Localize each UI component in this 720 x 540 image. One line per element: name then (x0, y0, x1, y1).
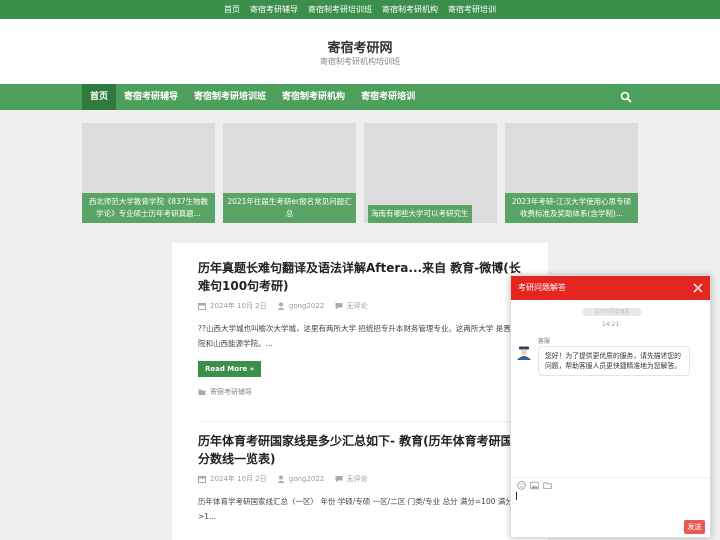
top-link-tutoring[interactable]: 寄宿考研辅导 (250, 4, 298, 15)
message-time: 14:21 (601, 321, 620, 328)
top-link-bar: 首页 寄宿考研辅导 寄宿制考研培训班 寄宿制考研机构 寄宿考研培训 (0, 0, 720, 19)
post-item: 历年体育考研国家线是多少汇总如下- 教育(历年体育考研国家分数线一览表) 202… (198, 432, 528, 524)
top-link-class[interactable]: 寄宿制考研培训班 (308, 4, 372, 15)
post-excerpt: 历年体育学考研国家线汇总（一区） 年份 学硕/专硕 一区/二区 门类/专业 总分… (198, 497, 513, 521)
slide-caption[interactable]: 2023年考研-江汉大学使用心思专硕收费标准及奖助体系(含学制)... (505, 193, 638, 223)
site-title[interactable]: 寄宿考研网 (0, 37, 720, 56)
image-icon[interactable] (530, 481, 539, 490)
calendar-icon (198, 476, 206, 483)
site-header: 寄宿考研网 寄宿制考研机构培训班 (0, 19, 720, 84)
nav-item-home[interactable]: 首页 (82, 84, 117, 110)
chat-input[interactable] (516, 492, 517, 500)
featured-slide[interactable]: 2021年往届生考研er报名常见问题汇总 (223, 123, 356, 223)
site-description: 寄宿制考研机构培训班 (320, 57, 400, 66)
calendar-icon (198, 303, 206, 310)
post-date: 2024年 10月 2日 (210, 302, 267, 310)
chat-widget: 考研问题解答 以下为历史消息 14:21 客服 您好！为了提供更优质的服务，请先… (510, 275, 711, 538)
post-list: 历年真题长难句翻译及语法详解Aftera...来自 教育-微博(长难句100句考… (172, 243, 548, 540)
post-excerpt: ??山西大学城也叫榆次大学城，这里有两所大学 招统招专升本财务管理专业。这两所大… (198, 324, 526, 348)
agent-name: 客服 (538, 338, 551, 345)
post-title[interactable]: 历年真题长难句翻译及语法详解Aftera...来自 教育-微博(长难句100句考… (198, 259, 528, 295)
top-link-training[interactable]: 寄宿考研培训 (448, 4, 496, 15)
slide-caption[interactable]: 2021年往届生考研er报名常见问题汇总 (223, 193, 356, 223)
post-comments[interactable]: 无评论 (347, 474, 368, 484)
slide-caption[interactable]: 西北师范大学教育学院《837生物教学论》专业硕士历年考研真题... (82, 193, 215, 223)
chat-toolbar (517, 481, 552, 490)
featured-slide[interactable]: 2023年考研-江汉大学使用心思专硕收费标准及奖助体系(含学制)... (505, 123, 638, 223)
post-author[interactable]: gong2022 (289, 302, 324, 310)
chat-title: 考研问题解答 (518, 283, 566, 292)
nav-item-tutoring[interactable]: 寄宿考研辅导 (116, 84, 186, 110)
close-icon[interactable] (692, 282, 704, 294)
post-date: 2024年 10月 2日 (210, 475, 267, 483)
nav-item-training[interactable]: 寄宿考研培训 (353, 84, 423, 110)
nav-item-institution[interactable]: 寄宿制考研机构 (274, 84, 353, 110)
post-comments[interactable]: 无评论 (347, 301, 368, 311)
post-item: 历年真题长难句翻译及语法详解Aftera...来自 教育-微博(长难句100句考… (198, 259, 528, 397)
post-meta: 2024年 10月 2日 gong2022 无评论 (198, 474, 528, 484)
chat-input-divider (511, 477, 710, 478)
main-nav: 首页 寄宿考研辅导 寄宿制考研培训班 寄宿制考研机构 寄宿考研培训 (0, 84, 720, 110)
folder-icon[interactable] (543, 481, 552, 490)
post-title[interactable]: 历年体育考研国家线是多少汇总如下- 教育(历年体育考研国家分数线一览表) (198, 432, 528, 468)
post-author[interactable]: gong2022 (289, 475, 324, 483)
history-pill[interactable]: 以下为历史消息 (582, 308, 642, 316)
top-link-home[interactable]: 首页 (224, 4, 240, 15)
post-category: 寄宿考研辅导 (198, 387, 528, 397)
post-meta: 2024年 10月 2日 gong2022 无评论 (198, 301, 528, 311)
user-icon (277, 302, 285, 310)
slide-caption[interactable]: 海南有哪些大学可以考研究生 (368, 205, 472, 223)
top-link-institution[interactable]: 寄宿制考研机构 (382, 4, 438, 15)
search-icon[interactable] (620, 91, 632, 103)
send-button[interactable]: 发送 (684, 520, 705, 534)
category-link[interactable]: 寄宿考研辅导 (210, 387, 252, 397)
comment-icon (335, 303, 343, 310)
agent-message: 您好！为了提供更优质的服务，请先描述您的问题，帮助客服人员更快捷精准地为您解答。 (538, 346, 690, 376)
featured-slider: 西北师范大学教育学院《837生物教学论》专业硕士历年考研真题... 2021年往… (82, 123, 638, 223)
featured-slide[interactable]: 海南有哪些大学可以考研究生 (364, 123, 497, 223)
folder-icon (198, 389, 206, 395)
chat-header: 考研问题解答 (511, 276, 710, 300)
user-icon (277, 475, 285, 483)
post-divider (198, 421, 528, 422)
comment-icon (335, 476, 343, 483)
agent-avatar-icon (517, 346, 531, 360)
read-more-button[interactable]: Read More » (198, 361, 262, 377)
emoji-icon[interactable] (517, 481, 526, 490)
featured-slide[interactable]: 西北师范大学教育学院《837生物教学论》专业硕士历年考研真题... (82, 123, 215, 223)
nav-item-class[interactable]: 寄宿制考研培训班 (186, 84, 274, 110)
